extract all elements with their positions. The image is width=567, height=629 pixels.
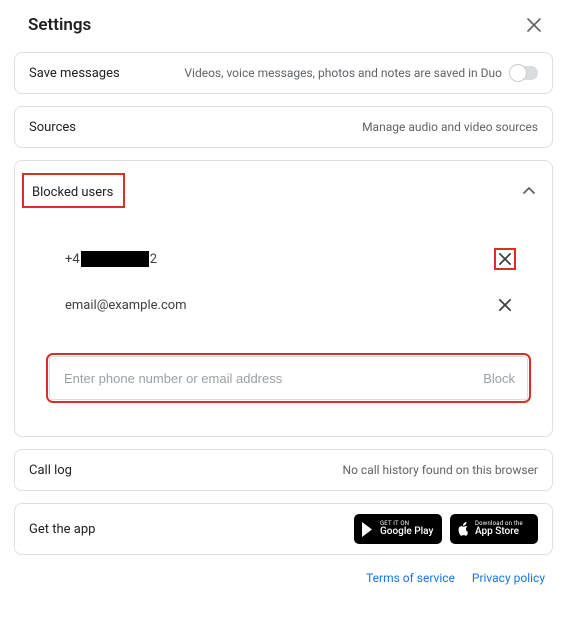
call-log-desc: No call history found on this browser bbox=[343, 463, 538, 477]
blocked-list: +4 2 email@example.com bbox=[15, 220, 552, 342]
blocked-users-title: Blocked users bbox=[32, 185, 113, 200]
google-play-big: Google Play bbox=[380, 527, 433, 537]
collapse-button[interactable] bbox=[520, 182, 538, 200]
unblock-button[interactable] bbox=[494, 294, 516, 316]
sources-desc: Manage audio and video sources bbox=[362, 120, 538, 134]
close-icon bbox=[499, 299, 511, 311]
block-input[interactable] bbox=[64, 371, 481, 386]
blocked-number: +4 2 bbox=[65, 251, 157, 267]
redacted-segment bbox=[81, 251, 149, 267]
chevron-up-icon bbox=[523, 187, 535, 195]
terms-link[interactable]: Terms of service bbox=[366, 571, 455, 585]
sources-label: Sources bbox=[29, 120, 76, 135]
get-app-card: Get the app GET IT ON Google Play Downlo… bbox=[14, 503, 553, 555]
unblock-button[interactable] bbox=[494, 248, 516, 270]
save-messages-label: Save messages bbox=[29, 66, 120, 81]
google-play-badge[interactable]: GET IT ON Google Play bbox=[354, 514, 442, 544]
blocked-number-suffix: 2 bbox=[150, 252, 157, 267]
app-store-big: App Store bbox=[475, 527, 523, 537]
get-app-label: Get the app bbox=[29, 522, 95, 537]
call-log-card: Call log No call history found on this b… bbox=[14, 449, 553, 491]
close-icon bbox=[499, 253, 511, 265]
save-messages-toggle[interactable] bbox=[510, 66, 538, 80]
page-title: Settings bbox=[28, 15, 91, 35]
google-play-icon bbox=[361, 522, 375, 537]
footer-links: Terms of service Privacy policy bbox=[0, 567, 567, 585]
block-button[interactable]: Block bbox=[481, 367, 517, 390]
sources-card[interactable]: Sources Manage audio and video sources bbox=[14, 106, 553, 148]
blocked-users-card: Blocked users +4 2 email@example.com Blo… bbox=[14, 160, 553, 437]
save-messages-card: Save messages Videos, voice messages, ph… bbox=[14, 52, 553, 94]
blocked-number-prefix: +4 bbox=[65, 252, 80, 267]
blocked-entry: +4 2 bbox=[65, 242, 516, 288]
blocked-entry: email@example.com bbox=[65, 288, 516, 334]
call-log-label: Call log bbox=[29, 463, 72, 478]
block-input-row: Block bbox=[49, 356, 528, 400]
apple-icon bbox=[457, 522, 470, 537]
privacy-link[interactable]: Privacy policy bbox=[472, 571, 545, 585]
app-store-badge[interactable]: Download on the App Store bbox=[450, 514, 538, 544]
close-button[interactable] bbox=[523, 14, 545, 36]
blocked-users-header[interactable]: Blocked users bbox=[22, 173, 125, 208]
save-messages-desc: Videos, voice messages, photos and notes… bbox=[120, 66, 510, 80]
blocked-email: email@example.com bbox=[65, 298, 187, 313]
close-icon bbox=[527, 18, 541, 32]
